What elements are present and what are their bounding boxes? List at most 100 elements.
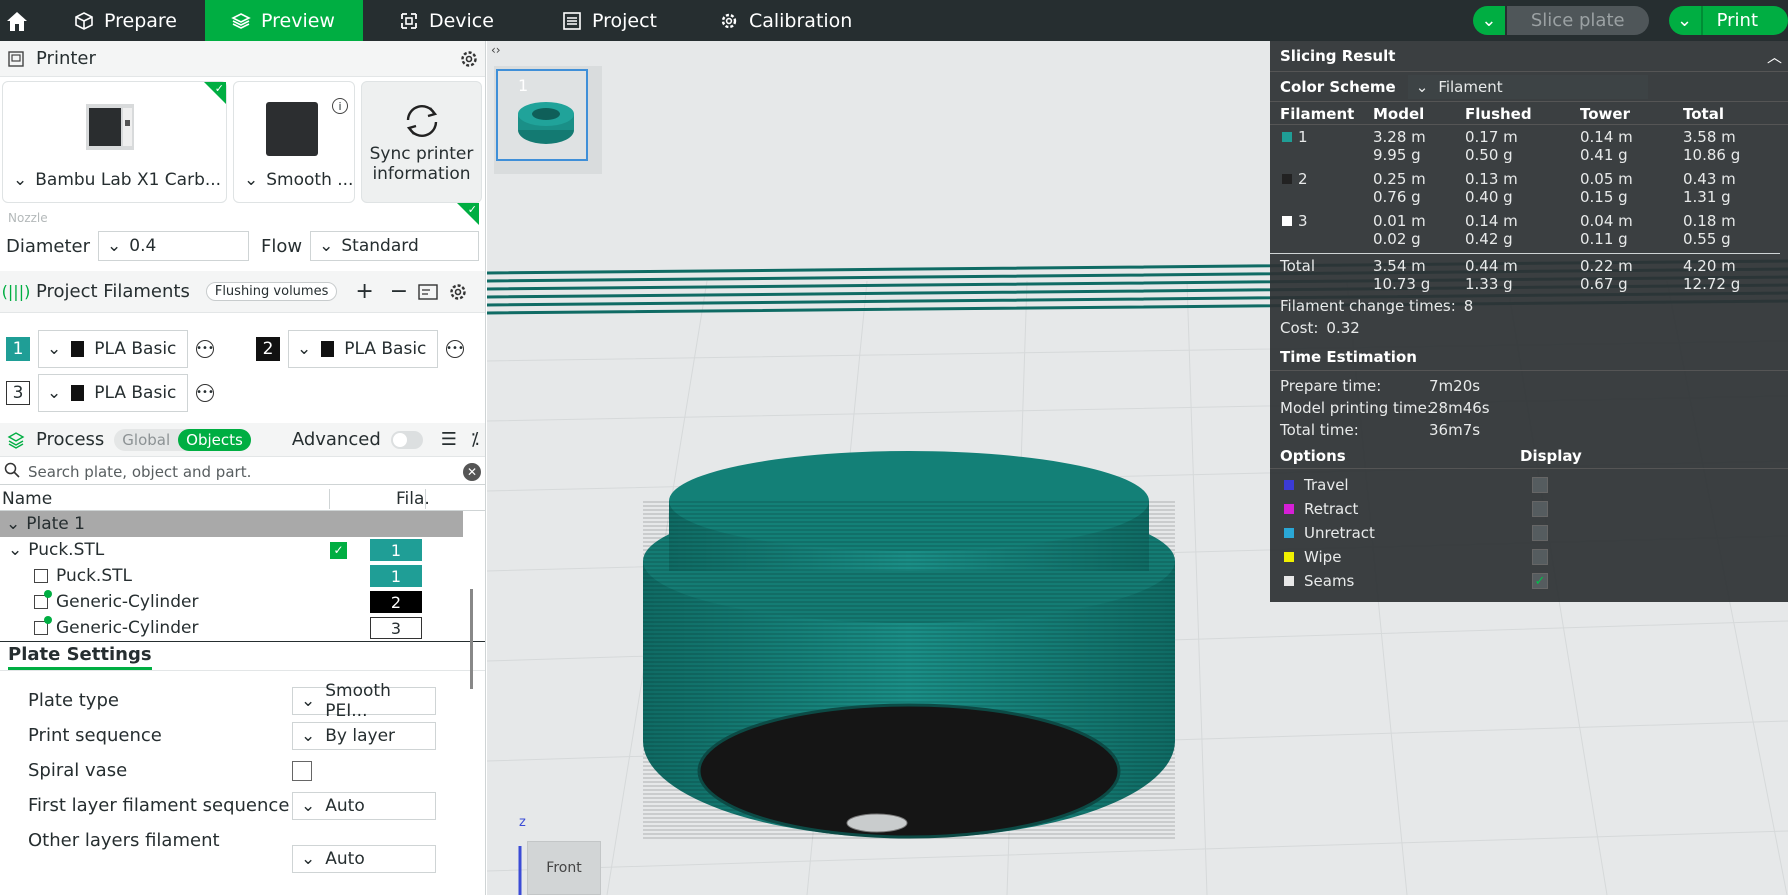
filament-number-badge[interactable]: 3 xyxy=(6,381,30,405)
tab-label: Preview xyxy=(261,9,335,32)
display-label: Display xyxy=(1520,446,1582,465)
add-filament-icon[interactable]: + xyxy=(355,279,373,304)
chevron-down-icon: ⌄ xyxy=(297,339,312,359)
tab-preview[interactable]: Preview xyxy=(205,0,363,41)
filament-number-badge[interactable]: 1 xyxy=(6,337,30,361)
option-wipe: Wipe xyxy=(1270,545,1788,569)
other-layers-select[interactable]: ⌄ Auto xyxy=(292,845,436,873)
sync-icon xyxy=(406,105,438,137)
info-icon[interactable]: i xyxy=(332,98,348,114)
chevron-down-icon[interactable]: ⌄ xyxy=(0,540,28,560)
printer-section-header: Printer xyxy=(0,41,485,77)
model-usage: 0.25 m 0.76 g xyxy=(1373,170,1426,206)
tab-project[interactable]: Project xyxy=(522,0,685,41)
total-time-row: Total time: 36m7s xyxy=(1270,419,1788,441)
tab-device[interactable]: Device xyxy=(363,0,522,41)
view-cube[interactable]: Front xyxy=(527,841,601,895)
objects-option[interactable]: Objects xyxy=(178,428,251,451)
global-objects-toggle[interactable]: Global Objects xyxy=(114,428,251,451)
home-button[interactable] xyxy=(0,0,34,41)
checkbox-checked-icon[interactable]: ✓ xyxy=(330,541,347,559)
filament-badge[interactable]: 3 xyxy=(370,617,422,639)
bambu-logo-icon xyxy=(71,341,85,357)
part-row[interactable]: Generic-Cylinder 2 xyxy=(0,589,485,615)
filament-badge[interactable]: 2 xyxy=(370,591,422,613)
chevron-down-icon[interactable]: ⌄ xyxy=(0,514,26,534)
prepare-time-label: Prepare time: xyxy=(1280,377,1382,395)
plate-row[interactable]: ⌄ Plate 1 xyxy=(0,511,463,537)
filament-number-badge[interactable]: 2 xyxy=(256,337,280,361)
top-toolbar: Prepare Preview Device Project Calibrati… xyxy=(0,0,1788,41)
tree-scrollbar[interactable] xyxy=(470,589,473,689)
filament-select[interactable]: ⌄ PLA Basic xyxy=(38,374,188,412)
print-sequence-select[interactable]: ⌄ By layer xyxy=(292,721,436,750)
spiral-vase-checkbox[interactable] xyxy=(292,760,312,781)
plate-thumbnail[interactable]: 1 xyxy=(494,66,602,174)
sync-printer-button[interactable]: Sync printer information xyxy=(361,81,482,203)
printer-card[interactable]: ✓ ⌄ Bambu Lab X1 Carb... xyxy=(2,81,227,203)
nozzle-label: Nozzle xyxy=(8,211,48,225)
slice-plate-button[interactable]: ⌄ Slice plate xyxy=(1472,6,1649,35)
first-layer-select[interactable]: ⌄ Auto xyxy=(292,791,436,820)
sync-label-line2: information xyxy=(372,164,471,184)
list-view-icon[interactable]: ☰ xyxy=(441,429,457,450)
more-options-icon[interactable]: ••• xyxy=(446,340,464,358)
tab-label: Calibration xyxy=(748,9,853,32)
color-scheme-select[interactable]: ⌄ Filament xyxy=(1407,74,1648,99)
device-icon xyxy=(401,12,417,29)
total-usage: 0.43 m 1.31 g xyxy=(1683,170,1736,206)
filament-usage-row: 3 0.01 m 0.02 g 0.14 m 0.42 g 0.04 m 0.11 g… xyxy=(1270,209,1788,253)
printer-title: Printer xyxy=(36,48,96,69)
wipe-display-checkbox[interactable] xyxy=(1532,549,1548,565)
filament-select[interactable]: ⌄ PLA Basic xyxy=(288,330,438,368)
plate-type-select[interactable]: ⌄ Smooth PEI... xyxy=(292,681,436,721)
filament-change-value: 8 xyxy=(1463,297,1474,315)
chevron-down-icon[interactable]: ⌄ xyxy=(1668,6,1701,35)
more-options-icon[interactable]: ••• xyxy=(196,384,214,402)
tab-prepare[interactable]: Prepare xyxy=(34,0,205,41)
print-sequence-value: By layer xyxy=(325,725,396,746)
plate-settings-title[interactable]: Plate Settings xyxy=(8,644,152,670)
filament-id: 1 xyxy=(1298,128,1308,146)
option-label: Wipe xyxy=(1304,548,1342,566)
model-usage: 3.28 m 9.95 g xyxy=(1373,128,1426,164)
more-options-icon[interactable]: ••• xyxy=(196,340,214,358)
search-input[interactable]: Search plate, object and part. xyxy=(28,463,455,481)
travel-display-checkbox[interactable] xyxy=(1532,477,1548,493)
filament-table-header: Filament Model Flushed Tower Total xyxy=(1270,101,1788,125)
filament-badge[interactable]: 1 xyxy=(370,565,422,587)
flow-select[interactable]: ⌄ Standard xyxy=(310,231,479,261)
seams-display-checkbox[interactable]: ✓ xyxy=(1532,573,1548,589)
part-row[interactable]: Puck.STL 1 xyxy=(0,563,485,589)
object-row[interactable]: ⌄ Puck.STL ✓ 1 xyxy=(0,537,485,563)
diameter-select[interactable]: ⌄ 0.4 xyxy=(98,231,250,261)
tab-calibration[interactable]: Calibration xyxy=(685,0,880,41)
unretract-display-checkbox[interactable] xyxy=(1532,525,1548,541)
flushing-volumes-button[interactable]: Flushing volumes xyxy=(205,282,338,301)
retract-display-checkbox[interactable] xyxy=(1532,501,1548,517)
compare-icon[interactable]: ⁒ xyxy=(471,429,479,450)
collapse-sidebar-icon[interactable]: ‹› xyxy=(491,43,501,57)
col-name[interactable]: Name xyxy=(0,488,330,509)
part-row[interactable]: Generic-Cylinder 3 xyxy=(0,615,485,641)
filament-sync-icon[interactable] xyxy=(418,282,438,302)
collapse-icon[interactable]: ︿ xyxy=(1767,46,1782,67)
filament-select[interactable]: ⌄ PLA Basic xyxy=(38,330,188,368)
filament-settings-icon[interactable] xyxy=(448,282,468,302)
remove-filament-icon[interactable]: − xyxy=(390,279,408,304)
option-seams: Seams ✓ xyxy=(1270,569,1788,593)
tab-label: Prepare xyxy=(104,9,177,32)
printer-settings-icon[interactable] xyxy=(459,49,479,69)
left-sidebar: Printer ✓ ⌄ Bambu Lab X1 Carb... i ⌄ Smoot… xyxy=(0,41,486,895)
printer-name: Bambu Lab X1 Carb... xyxy=(35,170,222,190)
filament-usage-row: 1 3.28 m 9.95 g 0.17 m 0.50 g 0.14 m 0.41 g… xyxy=(1270,125,1788,167)
prepare-time-row: Prepare time: 7m20s xyxy=(1270,375,1788,397)
print-button[interactable]: ⌄ Print xyxy=(1668,6,1788,35)
plate-card[interactable]: i ⌄ Smooth ... xyxy=(233,81,355,203)
clear-search-icon[interactable]: ✕ xyxy=(463,462,481,481)
chevron-down-icon[interactable]: ⌄ xyxy=(1472,6,1505,35)
advanced-switch[interactable] xyxy=(390,430,423,449)
global-option[interactable]: Global xyxy=(114,429,178,451)
col-fila[interactable]: Fila. xyxy=(366,488,430,509)
filament-badge[interactable]: 1 xyxy=(370,539,422,561)
